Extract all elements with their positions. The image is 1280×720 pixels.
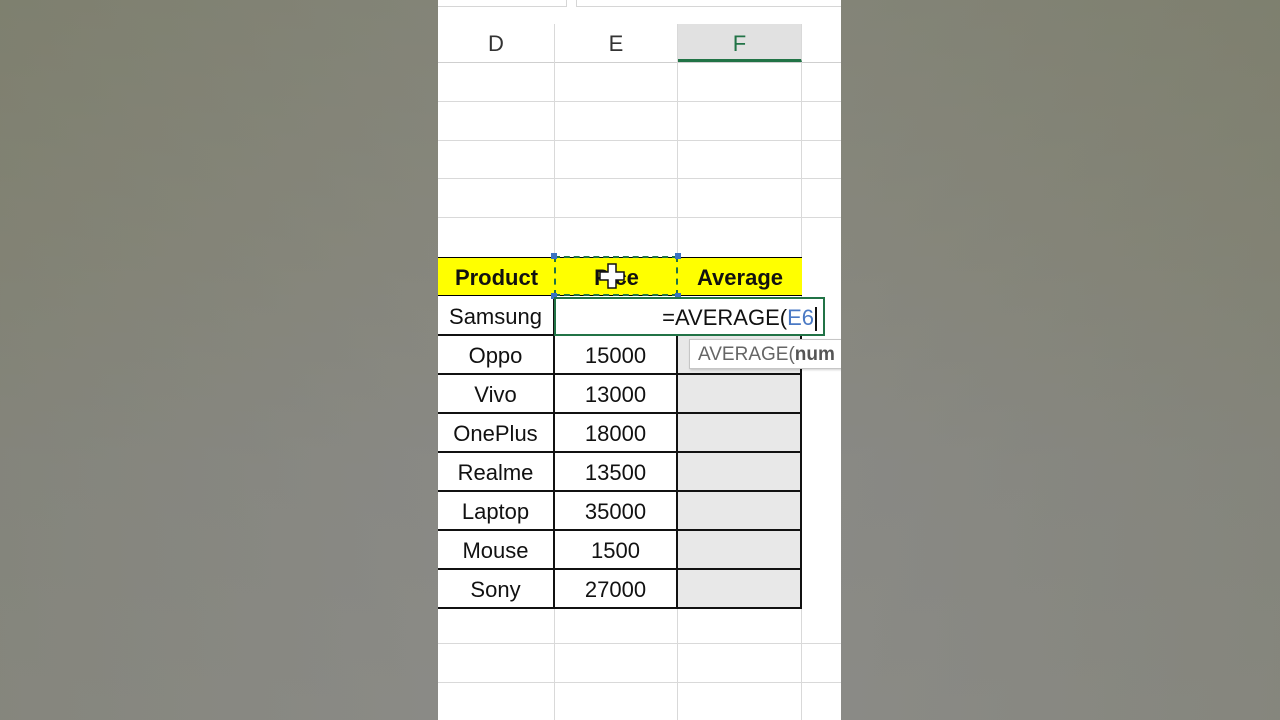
price-cell[interactable]: 1500 <box>555 531 678 570</box>
gridline <box>438 682 841 683</box>
price-cell[interactable]: 15000 <box>555 336 678 375</box>
average-cell[interactable] <box>678 570 802 609</box>
marquee-handle[interactable] <box>675 253 681 259</box>
column-header-row: D E F <box>438 24 841 63</box>
price-cell[interactable]: 18000 <box>555 414 678 453</box>
product-cell[interactable]: Realme <box>438 453 555 492</box>
average-cell[interactable] <box>678 531 802 570</box>
price-cell[interactable]: 35000 <box>555 492 678 531</box>
marquee-handle[interactable] <box>551 253 557 259</box>
price-cell[interactable]: 13500 <box>555 453 678 492</box>
product-cell[interactable]: Oppo <box>438 336 555 375</box>
formula-text: =AVERAGE( <box>662 305 788 330</box>
gridline <box>438 101 841 102</box>
video-blur-left <box>0 0 438 720</box>
product-cell[interactable]: Samsung <box>438 297 555 336</box>
gridline <box>438 140 841 141</box>
product-cell[interactable]: Sony <box>438 570 555 609</box>
header-cell-product[interactable]: Product <box>438 257 555 296</box>
formula-edit-cell[interactable]: =AVERAGE(E6 <box>554 297 825 336</box>
video-blur-right <box>841 0 1280 720</box>
function-tooltip[interactable]: AVERAGE(num <box>689 339 841 369</box>
tooltip-function: AVERAGE( <box>698 344 795 365</box>
header-cell-average[interactable]: Average <box>678 257 802 296</box>
column-header-f[interactable]: F <box>678 24 802 62</box>
name-box-edge <box>438 0 567 7</box>
product-cell[interactable]: Vivo <box>438 375 555 414</box>
column-header-d[interactable]: D <box>438 24 555 62</box>
column-header-g[interactable] <box>802 24 841 62</box>
average-cell[interactable] <box>678 453 802 492</box>
formula-input-edge <box>576 0 841 7</box>
tooltip-argument: num <box>794 344 835 365</box>
text-caret <box>815 307 817 332</box>
average-cell[interactable] <box>678 414 802 453</box>
price-cell[interactable]: 27000 <box>555 570 678 609</box>
move-cursor-icon <box>599 263 625 289</box>
gridline <box>438 643 841 644</box>
gridline <box>438 217 841 218</box>
product-cell[interactable]: Mouse <box>438 531 555 570</box>
spreadsheet-area: D E F Product P ce Average Samsung Oppo … <box>438 0 841 720</box>
price-cell[interactable]: 13000 <box>555 375 678 414</box>
gridline <box>438 178 841 179</box>
product-cell[interactable]: OnePlus <box>438 414 555 453</box>
product-cell[interactable]: Laptop <box>438 492 555 531</box>
average-cell[interactable] <box>678 375 802 414</box>
formula-bar-edge <box>438 0 841 24</box>
column-header-e[interactable]: E <box>555 24 678 62</box>
formula-reference: E6 <box>787 305 814 330</box>
average-cell[interactable] <box>678 492 802 531</box>
